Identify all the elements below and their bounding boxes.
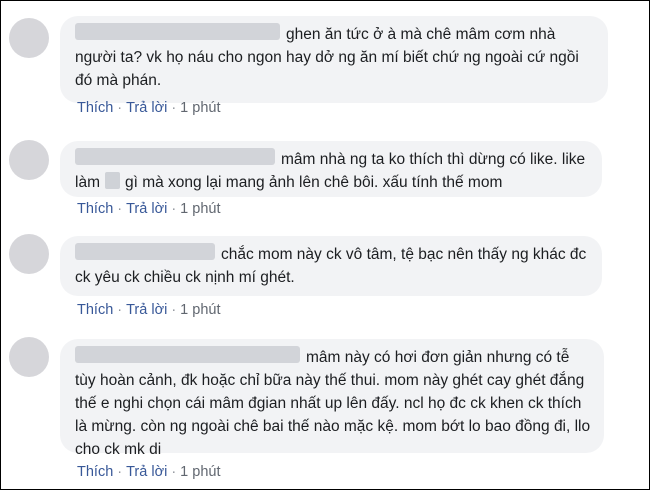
avatar[interactable] [9, 234, 49, 274]
comment-timestamp[interactable]: 1 phút [180, 201, 220, 217]
like-link[interactable]: Thích [77, 201, 113, 217]
comment-actions: Thích · Trả lời · 1 phút [77, 464, 221, 480]
comment-timestamp[interactable]: 1 phút [180, 100, 220, 116]
avatar[interactable] [9, 140, 49, 180]
comment-bubble: chắc mom này ck vô tâm, tệ bạc nên thấy … [60, 236, 602, 296]
commenter-name-redacted[interactable] [75, 148, 275, 165]
commenter-name-redacted[interactable] [75, 23, 280, 40]
commenter-name-redacted[interactable] [75, 243, 215, 260]
like-link[interactable]: Thích [77, 464, 113, 480]
like-link[interactable]: Thích [77, 302, 113, 318]
redacted-word [104, 172, 120, 189]
commenter-name-redacted[interactable] [75, 346, 300, 363]
comment-text: mâm này có hơi đơn giản nhưng có tễ tùy … [75, 349, 591, 458]
avatar[interactable] [9, 18, 49, 58]
comment-bubble: ghen ăn tức ở à mà chê mâm cơm nhà người… [60, 16, 608, 103]
comment-actions: Thích · Trả lời · 1 phút [77, 201, 221, 217]
avatar[interactable] [9, 337, 49, 377]
like-link[interactable]: Thích [77, 100, 113, 116]
comment-text-part2: gì mà xong lại mang ảnh lên chê bôi. xấu… [124, 174, 503, 191]
comment-timestamp[interactable]: 1 phút [180, 464, 220, 480]
comment-bubble: mâm này có hơi đơn giản nhưng có tễ tùy … [60, 339, 604, 458]
reply-link[interactable]: Trả lời [126, 100, 167, 116]
comment-bubble: mâm nhà ng ta ko thích thì dừng có like.… [60, 141, 602, 197]
reply-link[interactable]: Trả lời [126, 201, 167, 217]
reply-link[interactable]: Trả lời [126, 464, 167, 480]
reply-link[interactable]: Trả lời [126, 302, 167, 318]
comments-panel: ghen ăn tức ở à mà chê mâm cơm nhà người… [0, 0, 650, 490]
comment-actions: Thích · Trả lời · 1 phút [77, 100, 221, 116]
comment-timestamp[interactable]: 1 phút [180, 302, 220, 318]
comment-actions: Thích · Trả lời · 1 phút [77, 302, 221, 318]
